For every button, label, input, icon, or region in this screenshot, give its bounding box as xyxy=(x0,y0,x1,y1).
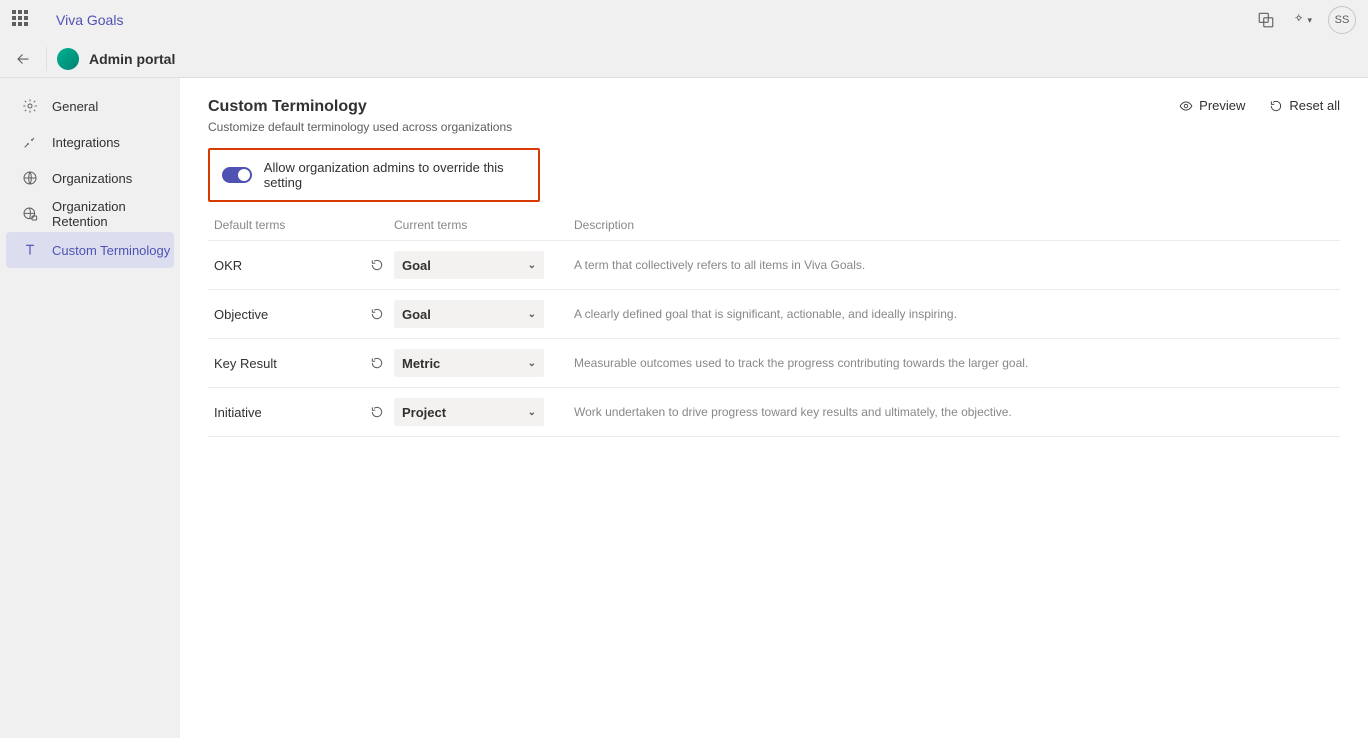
cell-default-term: OKR xyxy=(214,258,394,273)
current-term-select[interactable]: Goal ⌄ xyxy=(394,300,544,328)
user-avatar[interactable]: SS xyxy=(1328,6,1356,34)
divider xyxy=(46,47,47,71)
select-value: Project xyxy=(402,405,446,420)
gear-icon xyxy=(22,98,38,114)
chevron-down-icon: ⌄ xyxy=(528,260,536,271)
sidebar-item-label: Integrations xyxy=(52,135,120,150)
preview-button[interactable]: Preview xyxy=(1179,98,1245,113)
table-row: Objective Goal ⌄ A clearly defined goal … xyxy=(208,290,1340,339)
reset-all-button[interactable]: Reset all xyxy=(1269,98,1340,113)
sidebar-item-label: Organizations xyxy=(52,171,132,186)
cell-default-term: Objective xyxy=(214,307,394,322)
preview-label: Preview xyxy=(1199,98,1245,113)
reset-row-button[interactable] xyxy=(370,258,384,272)
eye-icon xyxy=(1179,99,1193,113)
chevron-down-icon: ⌄ xyxy=(528,358,536,369)
sidebar-item-integrations[interactable]: Integrations xyxy=(0,124,180,160)
page-subtitle: Customize default terminology used acros… xyxy=(208,120,512,134)
chevron-down-icon: ⌄ xyxy=(528,309,536,320)
viva-goals-logo-icon xyxy=(57,48,79,70)
header-row: Admin portal xyxy=(0,40,1368,78)
th-current: Current terms xyxy=(394,218,574,232)
cell-default-term: Initiative xyxy=(214,405,394,420)
globe-lock-icon xyxy=(22,206,38,222)
reset-row-button[interactable] xyxy=(370,356,384,370)
sidebar-item-organizations[interactable]: Organizations xyxy=(0,160,180,196)
app-launcher-icon[interactable] xyxy=(12,10,32,30)
plug-icon xyxy=(22,134,38,150)
back-button[interactable] xyxy=(12,47,36,71)
reset-icon xyxy=(1269,99,1283,113)
sidebar-item-organization-retention[interactable]: Organization Retention xyxy=(0,196,180,232)
sidebar-item-label: Custom Terminology xyxy=(52,243,170,258)
override-label: Allow organization admins to override th… xyxy=(264,160,526,190)
sidebar-item-general[interactable]: General xyxy=(0,88,180,124)
current-term-select[interactable]: Goal ⌄ xyxy=(394,251,544,279)
reset-all-label: Reset all xyxy=(1289,98,1340,113)
override-setting-highlight: Allow organization admins to override th… xyxy=(208,148,540,202)
content-area: Custom Terminology Customize default ter… xyxy=(180,78,1368,738)
avatar-initials: SS xyxy=(1335,14,1350,26)
top-bar: Viva Goals ▾ SS xyxy=(0,0,1368,40)
table-row: Key Result Metric ⌄ Measurable outcomes … xyxy=(208,339,1340,388)
translate-icon[interactable] xyxy=(1256,10,1276,30)
th-default: Default terms xyxy=(214,218,394,232)
cell-description: A clearly defined goal that is significa… xyxy=(574,307,1334,321)
select-value: Metric xyxy=(402,356,440,371)
product-name[interactable]: Viva Goals xyxy=(56,12,123,28)
cell-description: Work undertaken to drive progress toward… xyxy=(574,405,1334,419)
override-toggle[interactable] xyxy=(222,167,252,183)
table-header: Default terms Current terms Description xyxy=(208,210,1340,241)
reset-row-button[interactable] xyxy=(370,307,384,321)
globe-icon xyxy=(22,170,38,186)
cell-description: A term that collectively refers to all i… xyxy=(574,258,1334,272)
sidebar: General Integrations Organizations Organ… xyxy=(0,78,180,738)
select-value: Goal xyxy=(402,307,431,322)
settings-dropdown-icon[interactable]: ▾ xyxy=(1292,10,1312,30)
table-row: Initiative Project ⌄ Work undertaken to … xyxy=(208,388,1340,437)
current-term-select[interactable]: Project ⌄ xyxy=(394,398,544,426)
cell-description: Measurable outcomes used to track the pr… xyxy=(574,356,1334,370)
reset-row-button[interactable] xyxy=(370,405,384,419)
text-icon xyxy=(22,242,38,258)
page-title: Custom Terminology xyxy=(208,98,512,116)
cell-default-term: Key Result xyxy=(214,356,394,371)
terminology-table: Default terms Current terms Description … xyxy=(208,210,1340,437)
current-term-select[interactable]: Metric ⌄ xyxy=(394,349,544,377)
select-value: Goal xyxy=(402,258,431,273)
sidebar-item-custom-terminology[interactable]: Custom Terminology xyxy=(6,232,174,268)
th-description: Description xyxy=(574,218,1334,232)
sidebar-item-label: Organization Retention xyxy=(52,199,180,229)
chevron-down-icon: ⌄ xyxy=(528,407,536,418)
table-row: OKR Goal ⌄ A term that collectively refe… xyxy=(208,241,1340,290)
portal-title: Admin portal xyxy=(89,51,175,67)
sidebar-item-label: General xyxy=(52,99,98,114)
